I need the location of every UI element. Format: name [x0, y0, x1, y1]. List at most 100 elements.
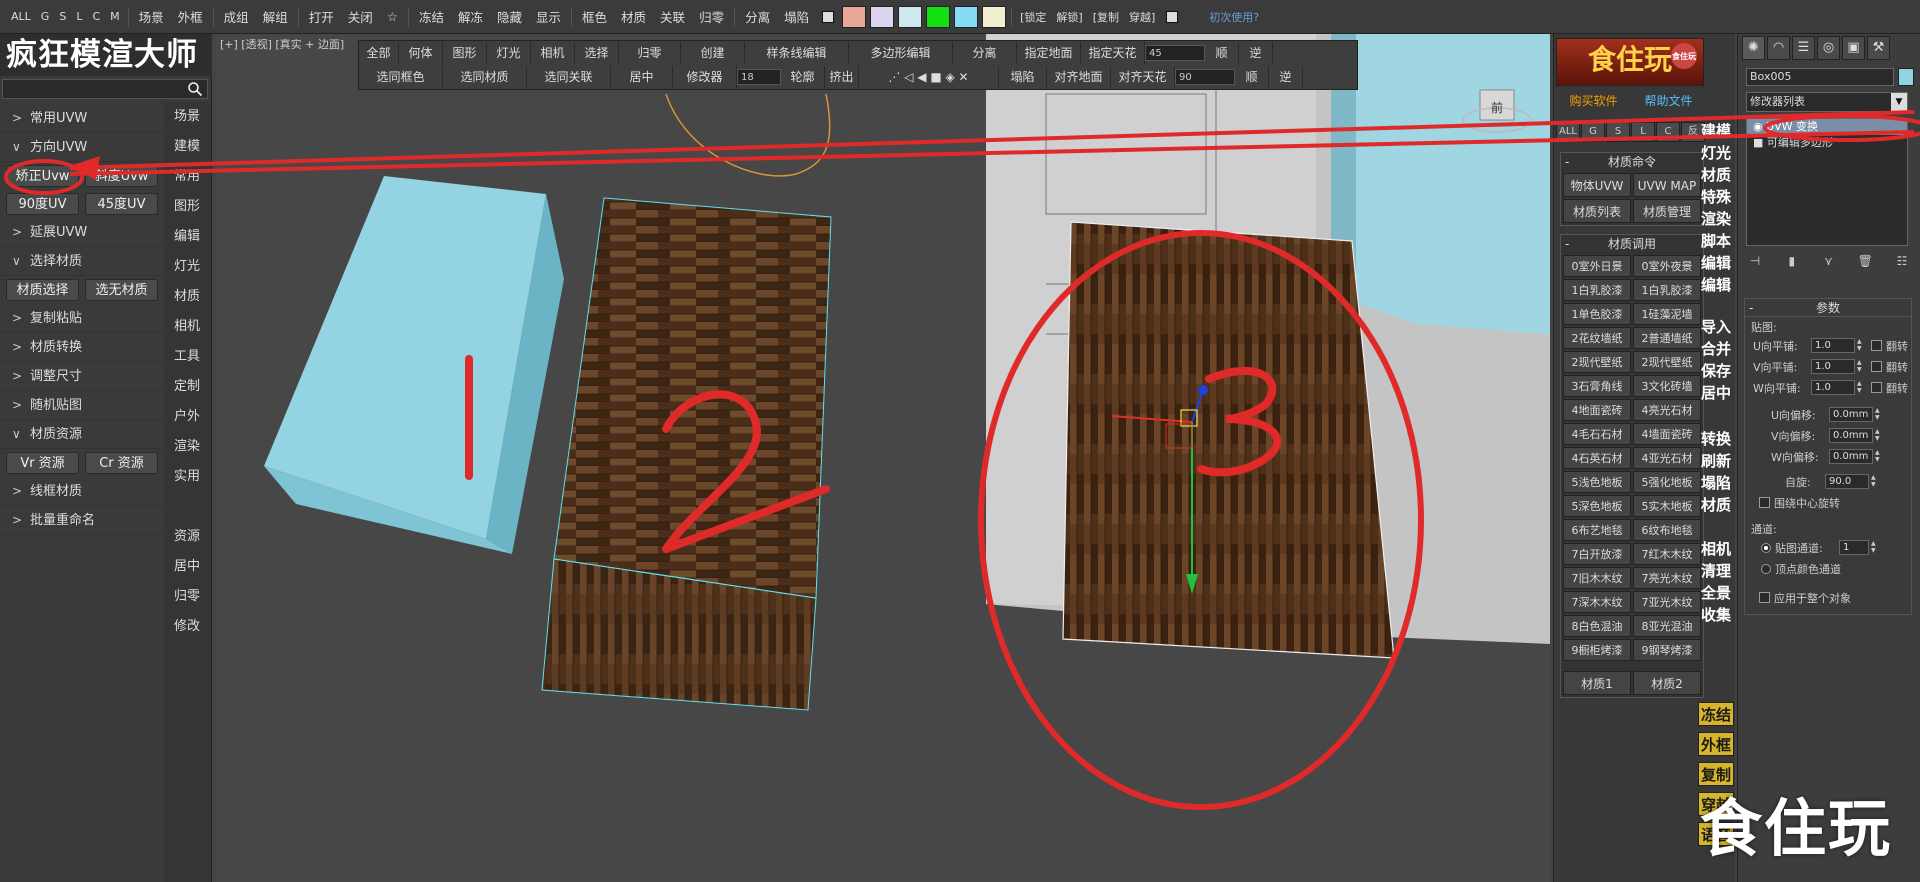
- material-preset-button[interactable]: 7红木木纹: [1633, 543, 1701, 565]
- category-0[interactable]: > 常用UVW: [0, 104, 164, 133]
- object-name-field[interactable]: Box005: [1746, 68, 1894, 86]
- vertical-menu-button[interactable]: 材质: [1698, 164, 1734, 186]
- map-channel-radio[interactable]: [1761, 542, 1771, 553]
- vertex-color-radio[interactable]: [1761, 563, 1771, 574]
- search-icon[interactable]: [187, 81, 203, 97]
- material-tab[interactable]: 材质1: [1563, 671, 1631, 695]
- vertical-menu-button[interactable]: 材质: [1698, 494, 1734, 516]
- filter-2[interactable]: S: [54, 10, 71, 23]
- make-unique-icon[interactable]: ⋎: [1820, 252, 1838, 270]
- flip-checkbox[interactable]: [1871, 382, 1882, 393]
- vertical-menu-button[interactable]: 渲染: [1698, 208, 1734, 230]
- command-button[interactable]: 居中: [611, 66, 673, 88]
- menu-item[interactable]: 解组: [256, 7, 295, 26]
- modifier-stack-item[interactable]: ◉ UVW 变换: [1747, 119, 1907, 135]
- vertical-menu-button[interactable]: 刷新: [1698, 450, 1734, 472]
- freeze-item[interactable]: 显示: [529, 7, 568, 26]
- perspective-viewport[interactable]: 前 [+] [透视] [真实 + 边面] 全部 何体 图形 灯光 相机 选择 归零 创建 样条线…: [216, 34, 1550, 882]
- buy-link[interactable]: 购买软件: [1569, 92, 1617, 109]
- vertical-menu-button[interactable]: 转换: [1698, 428, 1734, 450]
- color-swatch[interactable]: [898, 5, 923, 28]
- modifier-list-dropdown[interactable]: 修改器列表 ▼: [1746, 92, 1908, 112]
- material-command-button[interactable]: 材质管理: [1633, 199, 1701, 223]
- vertical-menu-button[interactable]: 编辑: [1698, 252, 1734, 274]
- vertical-menu-button[interactable]: 全景: [1698, 582, 1734, 604]
- view-cube-label[interactable]: 前: [1491, 100, 1503, 115]
- material-preset-button[interactable]: 7深木木纹: [1563, 591, 1631, 613]
- color-swatch[interactable]: [982, 5, 1007, 28]
- side-item[interactable]: 场景: [164, 102, 210, 132]
- material-preset-button[interactable]: 1硅藻泥墙: [1633, 303, 1701, 325]
- remove-modifier-icon[interactable]: 🗑: [1856, 252, 1874, 270]
- command-button[interactable]: 指定地面: [1017, 42, 1081, 64]
- chevron-right-icon[interactable]: >: [12, 304, 30, 333]
- expand-icon[interactable]: ■: [1753, 136, 1767, 149]
- command-button[interactable]: 多边形编辑: [849, 42, 953, 64]
- show-end-result-icon[interactable]: ▮: [1783, 252, 1801, 270]
- uvw-button-1[interactable]: 选无材质: [85, 279, 158, 301]
- side-item[interactable]: 材质: [164, 282, 210, 312]
- command-button[interactable]: 何体: [399, 42, 443, 64]
- filter-3[interactable]: L: [71, 10, 87, 23]
- command-button[interactable]: 创建: [681, 42, 745, 64]
- split-item[interactable]: 分离: [738, 7, 777, 26]
- command-button[interactable]: 对齐地面: [1047, 66, 1111, 88]
- material-preset-button[interactable]: 4墙面瓷砖: [1633, 423, 1701, 445]
- uvw-button-3[interactable]: 45度UV: [85, 193, 158, 215]
- box-3[interactable]: [1062, 221, 1395, 659]
- configure-modifier-icon[interactable]: ☷: [1893, 252, 1911, 270]
- viewport-label[interactable]: [+] [透视] [真实 + 边面]: [220, 36, 344, 52]
- flip-checkbox[interactable]: [1871, 340, 1882, 351]
- category-1[interactable]: ∨ 方向UVW: [0, 133, 164, 162]
- command-button[interactable]: 对齐天花: [1111, 66, 1175, 88]
- chevron-down-icon[interactable]: ∨: [12, 247, 30, 276]
- freeze-item[interactable]: 解冻: [451, 7, 490, 26]
- bulb-icon[interactable]: ◉: [1753, 120, 1766, 133]
- filter-mini[interactable]: S: [1606, 122, 1630, 142]
- command-button[interactable]: 修改器: [673, 66, 737, 88]
- vertical-menu-button[interactable]: 收集: [1698, 604, 1734, 626]
- vertical-menu-button[interactable]: 编辑: [1698, 274, 1734, 296]
- vertical-menu-button[interactable]: 外框: [1698, 732, 1734, 756]
- filter-5[interactable]: M: [105, 10, 125, 23]
- filter-mini[interactable]: L: [1631, 122, 1655, 142]
- vertical-menu-button[interactable]: 清理: [1698, 560, 1734, 582]
- spinner-icon[interactable]: ▲ ▼: [1857, 380, 1865, 395]
- command-button[interactable]: 逆: [1239, 42, 1273, 64]
- command-button[interactable]: 分离: [953, 42, 1017, 64]
- command-button[interactable]: 指定天花: [1081, 42, 1145, 64]
- lock-item[interactable]: [锁定: [1015, 9, 1051, 25]
- side-item[interactable]: 实用: [164, 462, 210, 492]
- vertical-menu-button[interactable]: 塌陷: [1698, 472, 1734, 494]
- side-item[interactable]: 资源: [164, 522, 210, 552]
- side-item[interactable]: 灯光: [164, 252, 210, 282]
- command-button[interactable]: 选同关联: [527, 66, 611, 88]
- category-8[interactable]: ∨ 材质资源: [0, 420, 164, 449]
- uvw-button-1[interactable]: Cr 资源: [85, 452, 158, 474]
- lock-item[interactable]: 解锁]: [1051, 9, 1087, 25]
- material-preset-button[interactable]: 8白色混油: [1563, 615, 1631, 637]
- chevron-right-icon[interactable]: >: [12, 333, 30, 362]
- offset-input[interactable]: 0.0mm: [1829, 407, 1873, 422]
- uvw-button-0[interactable]: 材质选择: [6, 279, 79, 301]
- color-swatch[interactable]: [954, 5, 979, 28]
- material-preset-button[interactable]: 4亮光石材: [1633, 399, 1701, 421]
- category-7[interactable]: > 随机贴图: [0, 391, 164, 420]
- material-preset-button[interactable]: 2现代壁纸: [1563, 351, 1631, 373]
- vertical-menu-button[interactable]: 居中: [1698, 382, 1734, 404]
- vertical-menu-button[interactable]: 建模: [1698, 120, 1734, 142]
- side-item[interactable]: 定制: [164, 372, 210, 402]
- freeze-item[interactable]: 冻结: [412, 7, 451, 26]
- menu-item[interactable]: 关闭: [341, 7, 380, 26]
- menu-item[interactable]: 打开: [302, 7, 341, 26]
- menu-item[interactable]: 场景: [132, 7, 171, 26]
- material-tab[interactable]: 材质2: [1633, 671, 1701, 695]
- side-item[interactable]: 常用: [164, 162, 210, 192]
- spinner-icon[interactable]: ▲ ▼: [1857, 338, 1865, 353]
- spinner-icon[interactable]: ▲ ▼: [1871, 474, 1879, 489]
- uvw-button-0[interactable]: 矫正Uvw: [6, 165, 79, 187]
- chevron-right-icon[interactable]: >: [12, 391, 30, 420]
- material-item[interactable]: 框色: [575, 7, 614, 26]
- side-item[interactable]: 工具: [164, 342, 210, 372]
- vertical-menu-button[interactable]: 脚本: [1698, 230, 1734, 252]
